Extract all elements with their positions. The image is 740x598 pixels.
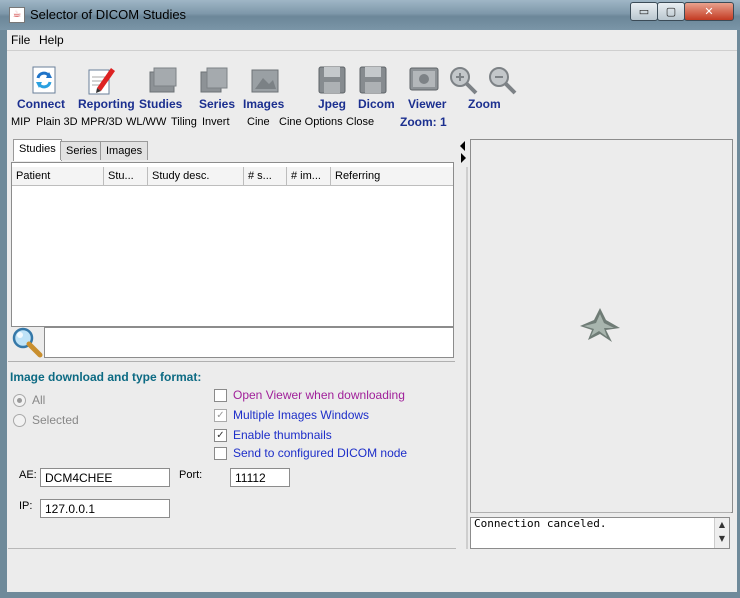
- tab-series[interactable]: Series: [60, 141, 104, 160]
- radio-all-label: All: [32, 393, 46, 407]
- close-button[interactable]: ✕: [684, 2, 734, 21]
- client-area: File Help Connect Reporting Studies Seri…: [7, 30, 737, 592]
- loading-logo-icon: [580, 308, 620, 342]
- dicom-button[interactable]: Dicom: [358, 97, 395, 111]
- studies-icon[interactable]: [147, 64, 179, 96]
- maximize-button[interactable]: ▢: [657, 2, 685, 21]
- search-input[interactable]: [44, 327, 454, 358]
- zoom-in-icon[interactable]: [447, 64, 479, 96]
- checkbox-multiple-images[interactable]: ✓: [214, 409, 227, 423]
- window-title: Selector of DICOM Studies: [30, 7, 187, 22]
- image-viewer-panel[interactable]: [470, 139, 733, 513]
- table-header-divider: [12, 185, 453, 186]
- reporting-button[interactable]: Reporting: [78, 97, 135, 111]
- option-open-viewer-label: Open Viewer when downloading: [233, 388, 405, 402]
- viewer-button[interactable]: Viewer: [408, 97, 446, 111]
- series-button[interactable]: Series: [199, 97, 235, 111]
- series-icon[interactable]: [199, 64, 231, 96]
- jpeg-button[interactable]: Jpeg: [318, 97, 346, 111]
- download-section-title: Image download and type format:: [10, 370, 202, 384]
- checkbox-open-viewer[interactable]: [214, 389, 227, 403]
- column-patient[interactable]: Patient: [12, 167, 104, 185]
- console-message: Connection canceled.: [474, 517, 607, 530]
- menu-file[interactable]: File: [11, 33, 30, 47]
- option-multiple-images-label: Multiple Images Windows: [233, 408, 370, 422]
- option-send-dicom-node[interactable]: Send to configured DICOM node: [214, 446, 408, 461]
- connect-icon[interactable]: [28, 64, 60, 96]
- column-referring[interactable]: Referring: [331, 167, 453, 185]
- column-series-count[interactable]: # s...: [244, 167, 287, 185]
- invert-option[interactable]: Invert: [202, 116, 230, 128]
- minimize-button[interactable]: ▭: [630, 2, 658, 21]
- cine-option[interactable]: Cine: [247, 116, 270, 128]
- option-enable-thumbnails-label: Enable thumbnails: [233, 428, 332, 442]
- studies-button[interactable]: Studies: [139, 97, 182, 111]
- ae-field[interactable]: DCM4CHEE: [40, 468, 170, 487]
- radio-all-indicator[interactable]: [13, 394, 26, 408]
- search-bar: [11, 327, 454, 358]
- option-multiple-images[interactable]: ✓ Multiple Images Windows: [214, 408, 370, 423]
- images-button[interactable]: Images: [243, 97, 284, 111]
- jpeg-save-icon[interactable]: [316, 64, 348, 96]
- dicom-save-icon[interactable]: [357, 64, 389, 96]
- cine-options-option[interactable]: Cine Options: [279, 116, 343, 128]
- port-label: Port:: [179, 469, 203, 481]
- radio-selected-label: Selected: [32, 413, 79, 427]
- connect-button[interactable]: Connect: [17, 97, 65, 111]
- menu-bar: File Help: [7, 30, 737, 51]
- viewer-icon[interactable]: [408, 64, 440, 96]
- option-enable-thumbnails[interactable]: ✓ Enable thumbnails: [214, 428, 332, 443]
- column-study-desc[interactable]: Study desc.: [148, 167, 244, 185]
- reporting-icon[interactable]: [85, 64, 117, 96]
- zoom-button[interactable]: Zoom: [468, 97, 501, 111]
- zoom-level: Zoom: 1: [400, 115, 447, 129]
- search-icon[interactable]: [11, 326, 43, 358]
- ip-field[interactable]: 127.0.0.1: [40, 499, 170, 518]
- ip-label: IP:: [19, 500, 33, 512]
- console-scrollbar[interactable]: ▲ ▼: [714, 518, 729, 548]
- tiling-option[interactable]: Tiling: [171, 116, 197, 128]
- java-app-icon: ☕: [9, 7, 25, 23]
- option-open-viewer[interactable]: Open Viewer when downloading: [214, 388, 405, 403]
- title-bar[interactable]: ☕ Selector of DICOM Studies ▭ ▢ ✕: [0, 0, 740, 30]
- column-study[interactable]: Stu...: [104, 167, 148, 185]
- radio-all[interactable]: All: [13, 393, 46, 408]
- port-field[interactable]: 11112: [230, 468, 290, 487]
- menu-help[interactable]: Help: [39, 33, 64, 47]
- tab-images[interactable]: Images: [100, 141, 149, 160]
- application-window: ☕ Selector of DICOM Studies ▭ ▢ ✕ File H…: [0, 0, 740, 598]
- radio-selected[interactable]: Selected: [13, 413, 79, 428]
- plain-3d-option[interactable]: Plain 3D: [36, 116, 78, 128]
- left-panel-bottom-edge: [8, 548, 456, 549]
- horizontal-splitter[interactable]: [8, 361, 455, 366]
- wl-ww-option[interactable]: WL/WW: [126, 116, 166, 128]
- ae-label: AE:: [19, 469, 37, 481]
- status-console[interactable]: Connection canceled. ▲ ▼: [470, 517, 730, 549]
- radio-selected-indicator[interactable]: [13, 414, 26, 428]
- tab-studies[interactable]: Studies: [13, 139, 62, 161]
- zoom-out-icon[interactable]: [486, 64, 518, 96]
- column-images-count[interactable]: # im...: [287, 167, 331, 185]
- option-send-dicom-node-label: Send to configured DICOM node: [233, 446, 408, 460]
- close-option[interactable]: Close: [346, 116, 374, 128]
- images-icon[interactable]: [249, 64, 281, 96]
- checkbox-send-dicom-node[interactable]: [214, 447, 227, 461]
- mpr-3d-option[interactable]: MPR/3D: [81, 116, 123, 128]
- mip-option[interactable]: MIP: [11, 116, 31, 128]
- checkbox-enable-thumbnails[interactable]: ✓: [214, 429, 227, 443]
- studies-table[interactable]: Patient Stu... Study desc. # s... # im..…: [11, 162, 454, 327]
- vertical-splitter[interactable]: [458, 139, 468, 549]
